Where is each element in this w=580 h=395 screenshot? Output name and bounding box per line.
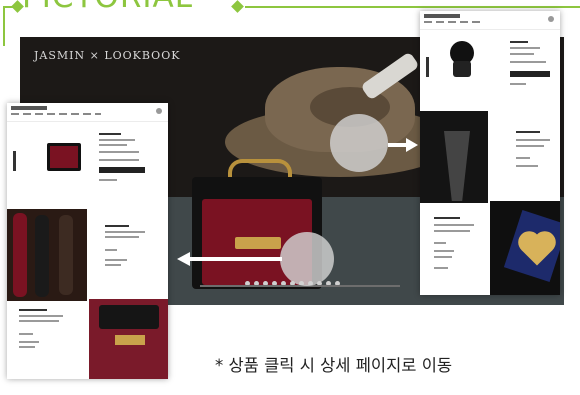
detail-text-line (105, 236, 139, 238)
product-info-line (99, 179, 117, 181)
tap-circle-icon (280, 232, 334, 286)
detail-text-line (434, 242, 446, 244)
detail-text-line (105, 249, 117, 251)
detail-text-line (105, 264, 121, 266)
detail-text-line (516, 145, 544, 147)
detail-page-screenshot-right (420, 11, 560, 295)
frame-top-line (245, 6, 580, 8)
bag-flap (99, 305, 159, 329)
detail-heading (516, 131, 540, 133)
arrow-right-icon (406, 138, 418, 152)
caption-note: * 상품 클릭 시 상세 페이지로 이동 (215, 356, 453, 375)
mini-buy-button (510, 71, 550, 77)
bag-clasp-detail (115, 335, 145, 345)
detail-text-line (105, 259, 127, 261)
mini-cart-icon (548, 16, 554, 22)
detail-text-line (19, 333, 33, 335)
detail-text-line (516, 157, 530, 159)
mini-menu (11, 113, 101, 115)
side-text (13, 151, 16, 171)
product-info-line (99, 159, 139, 161)
detail-page-screenshot-left (7, 103, 168, 379)
detail-heading (19, 309, 47, 311)
bag-clasp (235, 237, 281, 249)
mini-bag-thumb (47, 143, 81, 171)
mini-logo (424, 14, 460, 18)
belt-black (35, 215, 49, 297)
arrow-left-shaft (190, 257, 282, 261)
mini-logo (11, 106, 47, 110)
belt-brown (59, 215, 73, 295)
shoe-thumb-base (453, 61, 471, 77)
arrow-left-icon (177, 252, 190, 266)
tap-circle-icon (330, 114, 388, 172)
mini-menu (424, 21, 484, 23)
product-info-line (510, 47, 540, 49)
detail-text-line (434, 256, 452, 258)
product-info-line (510, 83, 526, 85)
belt-red (13, 213, 27, 297)
detail-text-line (19, 320, 59, 322)
mini-cart-icon (156, 108, 162, 114)
detail-heading (105, 225, 129, 227)
detail-heading (434, 217, 460, 219)
product-info-line (510, 53, 534, 55)
product-name-line (99, 133, 121, 135)
detail-text-line (516, 139, 550, 141)
product-info-line (99, 139, 135, 141)
hero-brand-logo: JASMIN × LOOKBOOK (34, 49, 181, 62)
detail-text-line (19, 315, 63, 317)
detail-text-line (434, 267, 448, 269)
detail-text-line (434, 224, 474, 226)
detail-text-line (434, 230, 470, 232)
product-info-line (99, 151, 139, 153)
page-title: PICTORIAL (22, 0, 193, 13)
detail-text-line (434, 250, 454, 252)
side-text (426, 57, 429, 77)
product-info-line (510, 61, 546, 63)
mini-nav-bar (7, 103, 168, 122)
frame-diamond-right (231, 0, 244, 13)
detail-text-line (516, 165, 538, 167)
detail-text-line (19, 346, 35, 348)
detail-text-line (19, 341, 39, 343)
product-name-line (510, 41, 528, 43)
mini-buy-button (99, 167, 145, 173)
detail-text-line (105, 231, 145, 233)
product-info-line (99, 144, 127, 146)
mini-nav-bar (420, 11, 560, 30)
frame-left-line (3, 6, 5, 46)
arrow-right-shaft (388, 143, 408, 147)
